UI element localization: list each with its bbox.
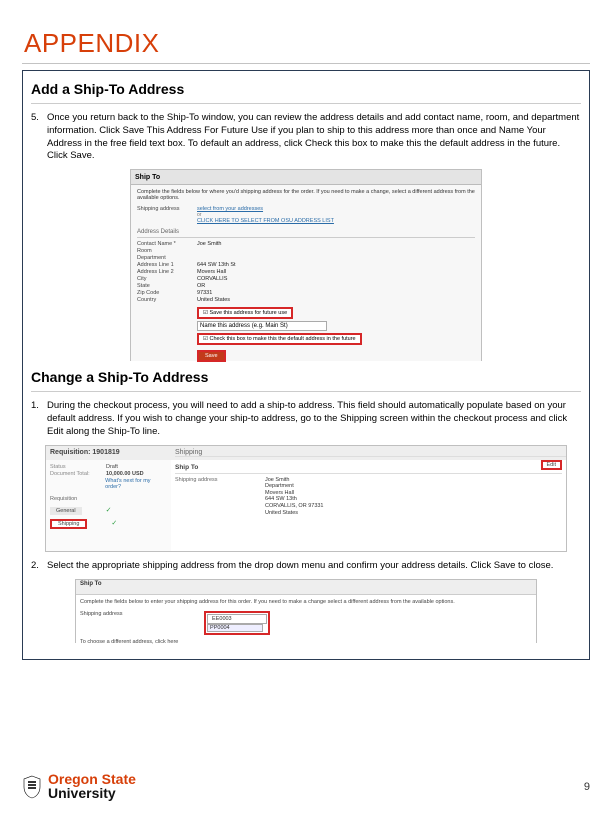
s1-city-label: City [137, 276, 197, 282]
s1-instruction: Complete the fields below for where you'… [137, 189, 475, 201]
s3-note: To choose a different address, click her… [80, 639, 532, 645]
s3-address-dropdown[interactable]: EE0003 PP0004 [204, 611, 270, 635]
s2-whats-next-link[interactable]: What's next for my order? [105, 478, 167, 490]
s2-req-title: Requisition: 1901819 [46, 449, 175, 456]
s1-dept-label: Department [137, 255, 197, 261]
screenshot-address-dropdown: Ship To Complete the fields below to ent… [75, 579, 537, 643]
s1-state-value: OR [197, 283, 205, 289]
section2-rule [31, 391, 581, 392]
main-content-box: Add a Ship-To Address 5. Once you return… [22, 70, 590, 660]
s1-zip-label: Zip Code [137, 290, 197, 296]
section1-rule [31, 103, 581, 104]
footer: Oregon State University 9 [22, 773, 590, 800]
s2-general-tab[interactable]: General [50, 507, 82, 515]
screenshot-ship-to-details: Ship To Complete the fields below for wh… [130, 169, 482, 361]
s2-status-label: Status [50, 464, 106, 470]
s2-total-value: 10,000.00 USD [106, 471, 144, 477]
s2-address-block: Joe Smith Department Movers Hall 644 SW … [265, 477, 324, 517]
s3-dropdown-option[interactable]: EE0003 [207, 614, 267, 624]
section2-step1: 1. During the checkout process, you will… [31, 400, 581, 438]
s1-name-address-field[interactable]: Name this address (e.g. Main St) [197, 321, 327, 331]
s1-state-label: State [137, 283, 197, 289]
osu-crest-icon [22, 775, 42, 799]
step-text: Select the appropriate shipping address … [47, 560, 581, 573]
s1-addr2-label: Address Line 2 [137, 269, 197, 275]
s1-save-future-checkbox[interactable]: ☑ Save this address for future use [197, 307, 293, 319]
section1-step5: 5. Once you return back to the Ship-To w… [31, 112, 581, 163]
s3-dropdown-option[interactable]: PP0004 [207, 624, 263, 632]
s2-total-label: Document Total: [50, 471, 106, 477]
screenshot-shipping-tab: Requisition: 1901819 Shipping StatusDraf… [45, 445, 567, 552]
s1-default-checkbox[interactable]: ☑ Check this box to make this the defaul… [197, 333, 362, 345]
s1-contact-label: Contact Name * [137, 241, 197, 247]
s2-requisition-heading: Requisition [50, 496, 167, 502]
section2-heading: Change a Ship-To Address [31, 369, 581, 385]
s2-shipping-tab[interactable]: Shipping [50, 519, 87, 529]
step-number: 5. [31, 112, 47, 163]
s2-shipto-heading: Ship To [175, 464, 562, 474]
step-text: During the checkout process, you will ne… [47, 400, 581, 438]
s2-status-value: Draft [106, 464, 118, 470]
s1-title: Ship To [131, 170, 481, 185]
section2-step2: 2. Select the appropriate shipping addre… [31, 560, 581, 573]
s1-addr2-value: Movers Hall [197, 269, 226, 275]
osu-logo: Oregon State University [22, 773, 136, 800]
s1-click-link[interactable]: CLICK HERE TO SELECT FROM OSU ADDRESS LI… [197, 218, 334, 224]
s1-addr1-value: 644 SW 13th St [197, 262, 236, 268]
s1-addr1-label: Address Line 1 [137, 262, 197, 268]
step-text: Once you return back to the Ship-To wind… [47, 112, 581, 163]
logo-text-uni: University [48, 787, 136, 800]
s3-title: Ship To [76, 580, 536, 595]
title-rule [22, 63, 590, 64]
s1-shipping-label: Shipping address [137, 206, 197, 224]
s2-shipaddr-label: Shipping address [175, 477, 265, 517]
s3-instruction: Complete the fields below to enter your … [80, 599, 532, 605]
step-number: 1. [31, 400, 47, 438]
step-number: 2. [31, 560, 47, 573]
s2-edit-button[interactable]: Edit [541, 460, 562, 470]
s1-contact-value[interactable]: Joe Smith [197, 241, 221, 247]
page-title: APPENDIX [24, 28, 612, 59]
s1-country-value: United States [197, 297, 230, 303]
s2-tab-title: Shipping [175, 449, 566, 457]
check-icon: ✓ [111, 520, 117, 527]
s1-save-button[interactable]: Save [197, 350, 226, 362]
s1-room-label: Room [137, 248, 197, 254]
check-icon: ✓ [106, 507, 112, 514]
s3-shipaddr-label: Shipping address [80, 611, 123, 617]
section1-heading: Add a Ship-To Address [31, 81, 581, 97]
s1-country-label: Country [137, 297, 197, 303]
s1-city-value: CORVALLIS [197, 276, 227, 282]
page-number: 9 [584, 781, 590, 793]
s1-zip-value: 97331 [197, 290, 212, 296]
s1-details-heading: Address Details [137, 229, 475, 238]
